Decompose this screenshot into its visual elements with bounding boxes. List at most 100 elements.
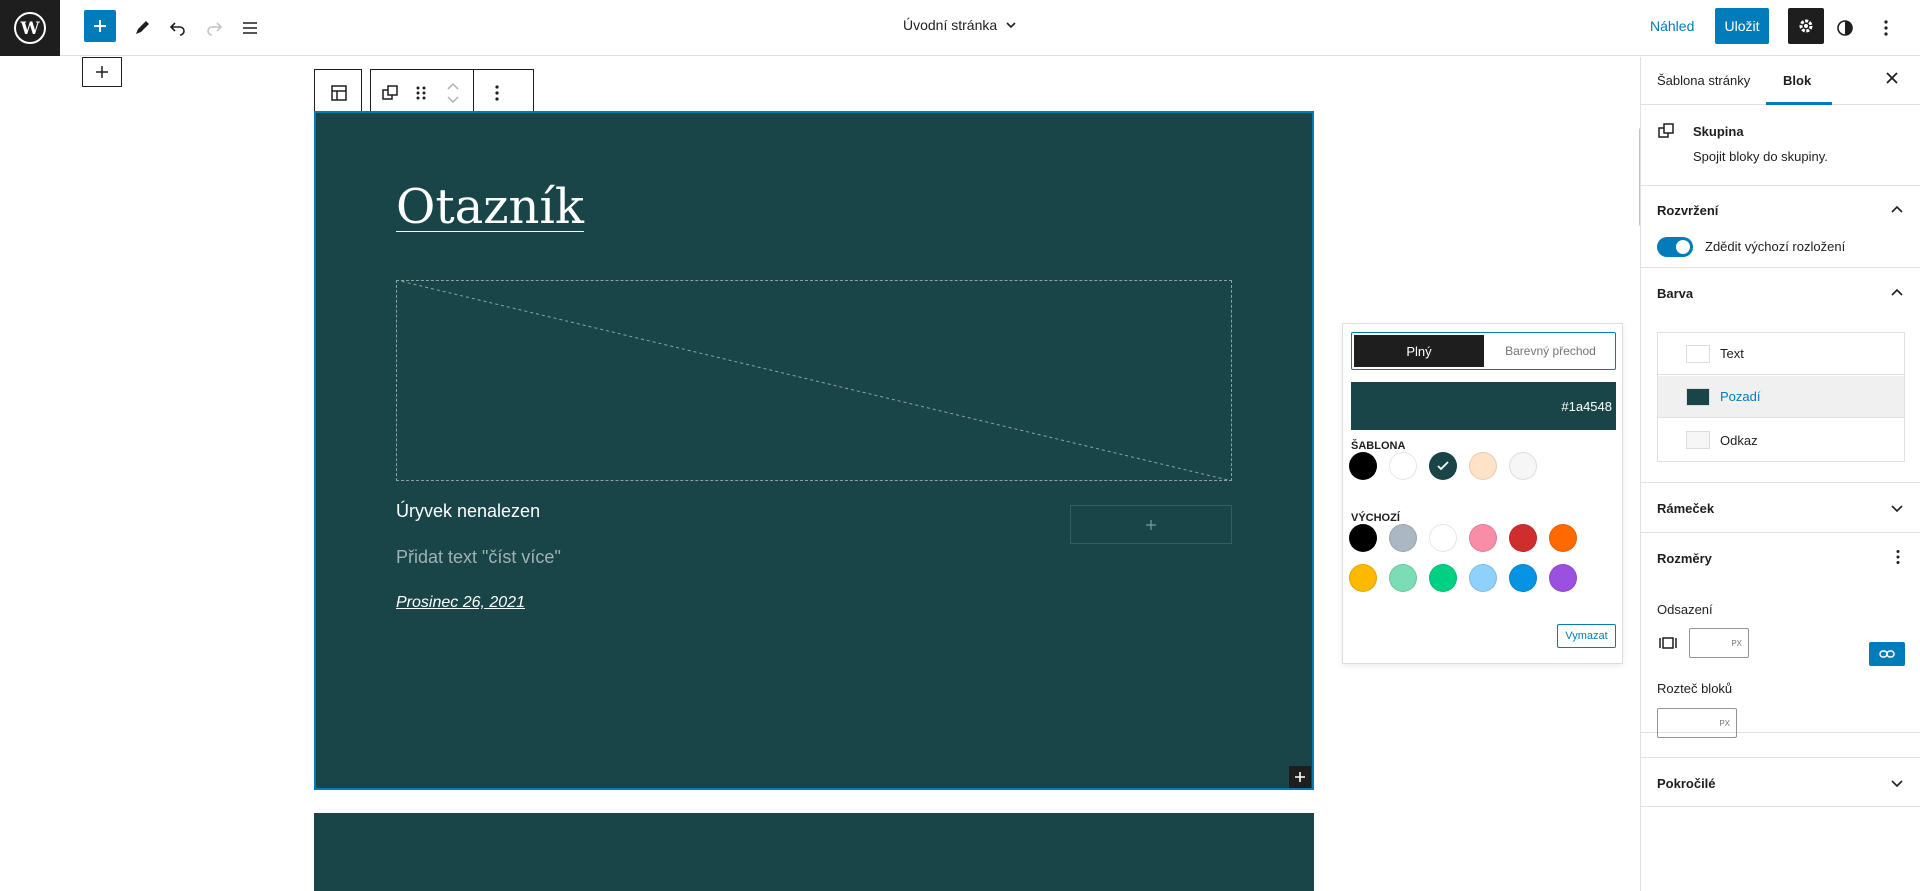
document-overview-button[interactable] — [232, 10, 268, 46]
more-vertical-icon — [1884, 20, 1888, 36]
drag-handle[interactable] — [409, 85, 433, 101]
block-description: Spojit bloky do skupiny. — [1693, 149, 1828, 164]
undo-icon — [169, 22, 185, 36]
color-item-label: Odkaz — [1720, 432, 1758, 448]
color-swatch[interactable] — [1549, 524, 1577, 552]
color-heading[interactable]: Barva — [1657, 286, 1693, 301]
color-item-link[interactable]: Odkaz — [1658, 419, 1904, 461]
inherit-layout-toggle[interactable] — [1657, 237, 1693, 257]
featured-image-placeholder[interactable] — [396, 280, 1232, 481]
border-heading[interactable]: Rámeček — [1657, 501, 1714, 516]
block-spacing-input[interactable]: PX — [1657, 708, 1737, 738]
color-swatch[interactable] — [1429, 524, 1457, 552]
post-date[interactable]: Prosinec 26, 2021 — [396, 594, 525, 612]
group-block-selected[interactable]: Otazník Úryvek nenalezen Přidat text "čí… — [314, 111, 1314, 790]
color-swatch[interactable] — [1349, 452, 1377, 480]
link-sides-button[interactable] — [1869, 642, 1905, 666]
block-type-toolbar[interactable] — [314, 69, 362, 117]
undo-button[interactable] — [160, 10, 196, 46]
block-toolbar — [370, 69, 534, 117]
block-options-button[interactable] — [474, 84, 520, 102]
list-view-icon — [243, 22, 257, 34]
group-block[interactable] — [314, 813, 1314, 891]
chevron-down-icon[interactable] — [1891, 502, 1903, 514]
color-swatch[interactable] — [1549, 564, 1577, 592]
styles-button[interactable] — [1827, 10, 1863, 46]
padding-label: Odsazení — [1657, 602, 1713, 617]
advanced-panel[interactable]: Pokročilé — [1641, 757, 1920, 807]
color-chip — [1686, 431, 1710, 449]
clear-button[interactable]: Vymazat — [1557, 624, 1616, 648]
tools-button[interactable] — [124, 10, 160, 46]
more-vertical-icon[interactable] — [1895, 549, 1901, 565]
more-vertical-icon — [495, 85, 499, 101]
redo-button[interactable] — [196, 10, 232, 46]
color-swatch[interactable] — [1469, 452, 1497, 480]
advanced-heading[interactable]: Pokročilé — [1657, 776, 1716, 791]
chevron-up-icon — [447, 82, 459, 90]
color-type-tabs: Plný Barevný přechod — [1351, 332, 1616, 370]
post-excerpt[interactable]: Úryvek nenalezen — [396, 501, 540, 522]
read-more-placeholder[interactable]: Přidat text "číst více" — [396, 547, 561, 568]
save-button[interactable]: Uložit — [1715, 8, 1769, 44]
color-swatch[interactable] — [1509, 564, 1537, 592]
wordpress-icon: W — [14, 12, 46, 44]
block-appender-button[interactable] — [82, 57, 122, 87]
color-swatch[interactable] — [1429, 452, 1457, 480]
color-swatch[interactable] — [1469, 564, 1497, 592]
tab-solid[interactable]: Plný — [1354, 335, 1484, 367]
tab-block[interactable]: Blok — [1783, 73, 1811, 88]
column-appender-button[interactable] — [1070, 505, 1232, 544]
tab-gradient[interactable]: Barevný přechod — [1488, 335, 1613, 367]
options-button[interactable] — [1868, 10, 1904, 46]
layout-heading[interactable]: Rozvržení — [1657, 203, 1718, 218]
redo-icon — [207, 22, 223, 36]
dimensions-heading[interactable]: Rozměry — [1657, 551, 1712, 566]
document-title-dropdown[interactable]: Úvodní stránka — [903, 17, 1017, 33]
color-swatch[interactable] — [1509, 524, 1537, 552]
contrast-icon — [1837, 20, 1853, 36]
add-block-button[interactable] — [84, 10, 116, 42]
svg-text:W: W — [19, 19, 40, 39]
link-icon — [1879, 650, 1895, 658]
close-sidebar-button[interactable] — [1885, 71, 1899, 90]
color-item-background[interactable]: Pozadí — [1658, 376, 1904, 418]
color-swatch[interactable] — [1509, 452, 1537, 480]
color-swatch[interactable] — [1349, 564, 1377, 592]
wordpress-logo[interactable]: W — [0, 0, 60, 56]
color-swatch[interactable] — [1349, 524, 1377, 552]
plus-icon — [96, 66, 108, 78]
block-name: Skupina — [1693, 124, 1744, 139]
checkmark-icon — [1437, 461, 1449, 471]
padding-input[interactable]: PX — [1689, 628, 1749, 658]
color-swatch[interactable] — [1389, 564, 1417, 592]
preview-button[interactable]: Náhled — [1650, 18, 1694, 34]
border-panel[interactable]: Rámeček — [1641, 483, 1920, 533]
settings-sidebar: Šablona stránky Blok Skupina Spojit blok… — [1640, 57, 1920, 891]
color-chip — [1686, 344, 1710, 363]
post-title[interactable]: Otazník — [396, 179, 584, 235]
chevron-up-icon[interactable] — [1891, 287, 1903, 299]
toggle-knob — [1676, 240, 1690, 254]
current-color-hex[interactable]: #1a4548 — [1351, 382, 1616, 430]
plus-icon — [94, 20, 106, 32]
chevron-up-icon[interactable] — [1891, 204, 1903, 216]
editor-header: W Úvodní stránka Náhled Uložit — [0, 0, 1920, 56]
color-swatch[interactable] — [1469, 524, 1497, 552]
group-block-button[interactable] — [371, 84, 409, 102]
block-card: Skupina Spojit bloky do skupiny. — [1641, 105, 1920, 186]
color-swatch[interactable] — [1429, 564, 1457, 592]
color-item-text[interactable]: Text — [1658, 333, 1904, 375]
chevron-down-icon[interactable] — [1891, 777, 1903, 789]
color-item-label: Pozadí — [1720, 389, 1761, 404]
move-buttons[interactable] — [433, 82, 473, 104]
sidebar-tabs: Šablona stránky Blok — [1641, 57, 1920, 105]
color-swatch[interactable] — [1389, 524, 1417, 552]
color-swatch[interactable] — [1389, 452, 1417, 480]
inserter-button[interactable] — [1289, 766, 1311, 788]
settings-button[interactable] — [1788, 8, 1824, 44]
tab-template[interactable]: Šablona stránky — [1657, 73, 1750, 88]
chevron-down-icon — [447, 96, 459, 104]
group-icon — [1658, 123, 1674, 138]
plus-icon — [1295, 772, 1305, 782]
